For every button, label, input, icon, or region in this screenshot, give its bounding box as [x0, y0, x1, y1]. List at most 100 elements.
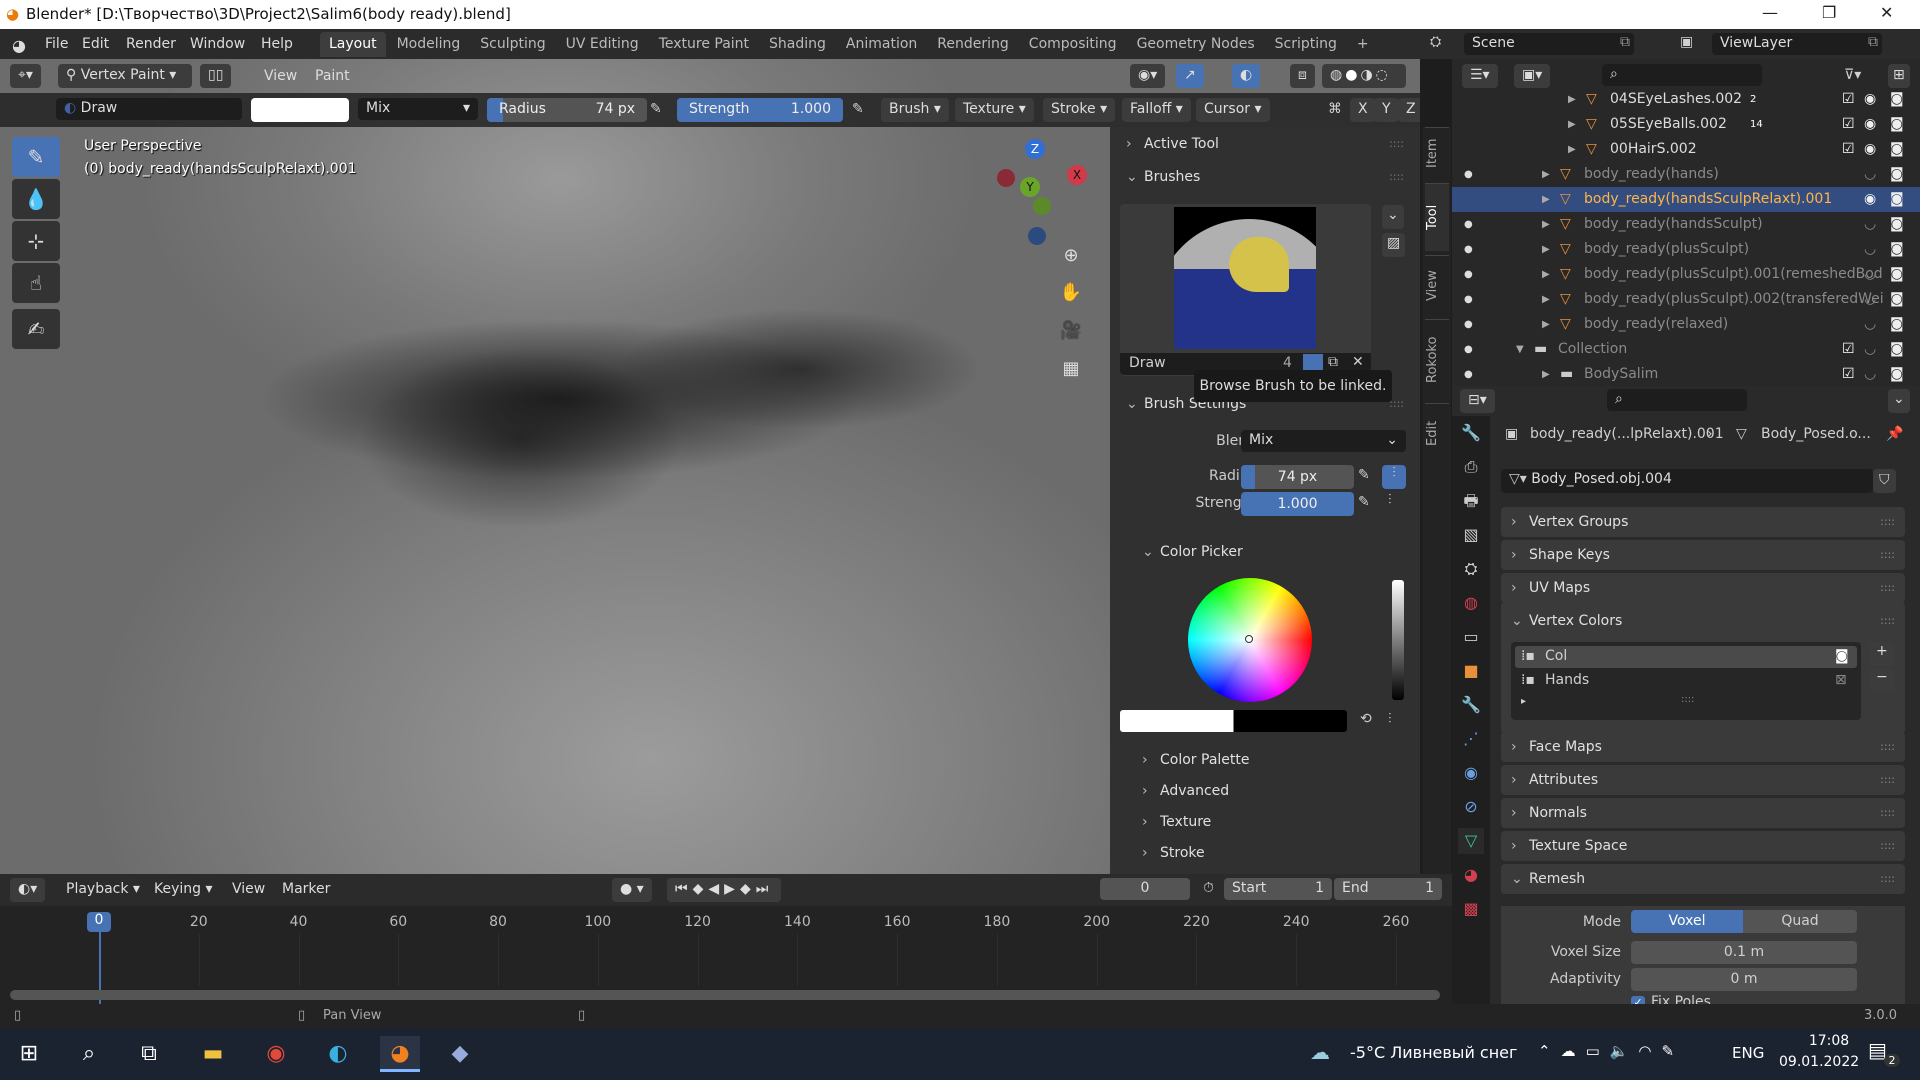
zoom-icon[interactable]: ⊕ [1056, 241, 1086, 271]
primary-secondary-colors[interactable] [1120, 710, 1347, 732]
exclude-dot-icon[interactable]: ● [1464, 337, 1473, 362]
app-taskbar-icon[interactable]: ◆ [440, 1036, 480, 1072]
sidebar-tab-item[interactable]: Item [1425, 127, 1449, 179]
menu-render[interactable]: Render [126, 36, 176, 52]
swap-colors-icon[interactable]: ⟲ [1360, 711, 1372, 727]
menu-view[interactable]: View [264, 68, 297, 84]
render-camera-icon[interactable]: ◙ [1890, 112, 1904, 137]
radius-pressure-icon-panel[interactable]: ✎ [1358, 467, 1370, 483]
view-layer-icon[interactable]: ▧ [1458, 522, 1484, 548]
outliner-row[interactable]: ● ▶ ▽ body_ready(plusSculpt).002(transfered… [1452, 287, 1920, 312]
tab-shading[interactable]: Shading [760, 32, 835, 57]
panel-shape-keys[interactable]: ›:::: Shape Keys [1501, 540, 1905, 570]
collection-icon[interactable]: ▭ [1458, 624, 1484, 650]
exclude-dot-icon[interactable]: ● [1464, 362, 1473, 387]
constraints-icon[interactable]: ⊘ [1458, 794, 1484, 820]
panel-texture-space[interactable]: ›:::: Texture Space [1501, 831, 1905, 861]
color-wheel[interactable] [1188, 578, 1312, 702]
visibility-eye-icon[interactable]: ◡ [1864, 162, 1876, 187]
particles-icon[interactable]: ⋰ [1458, 726, 1484, 752]
exclude-dot-icon[interactable]: ● [1464, 162, 1473, 187]
expand-arrow-icon[interactable]: ▶ [1568, 137, 1576, 162]
panel-vertex-colors[interactable]: ⌄:::: Vertex Colors [1501, 606, 1905, 636]
gizmo-neg-z[interactable] [1028, 227, 1046, 245]
menu-help[interactable]: Help [261, 36, 293, 52]
outliner-row[interactable]: ▶ ▽ 04SEyeLashes.002 2 ☑ ◉ ◙ [1452, 87, 1920, 112]
include-checkbox[interactable]: ☑ [1842, 137, 1855, 162]
exclude-dot-icon[interactable]: ● [1464, 237, 1473, 262]
vertex-color-item-hands[interactable]: ⁞▪ Hands ⊠ [1515, 670, 1857, 692]
adaptivity-field[interactable]: 0 m [1631, 968, 1857, 991]
outliner-row[interactable]: ● ▼ ▬ Collection ☑ ◡ ◙ [1452, 337, 1920, 362]
xray-toggle-icon[interactable]: ⧈ [1290, 64, 1315, 88]
vertex-color-item-col[interactable]: ⁞▪ Col ◙ [1515, 646, 1857, 668]
active-render-camera-icon[interactable]: ◙ [1835, 648, 1849, 664]
tab-layout[interactable]: Layout [320, 32, 386, 57]
brush-dropdown[interactable]: Brush ▾ [881, 98, 949, 122]
properties-options[interactable]: ⌄ [1888, 389, 1910, 413]
expand-arrow-icon[interactable]: ▶ [1542, 262, 1550, 287]
radius-slider[interactable]: Radius 74 px [487, 98, 647, 122]
filter-icon[interactable]: ⊽▾ [1844, 67, 1861, 83]
blender-taskbar-icon[interactable]: ◕ [380, 1036, 420, 1072]
file-explorer-icon[interactable]: ▬ [193, 1036, 233, 1072]
include-checkbox[interactable]: ☑ [1842, 87, 1855, 112]
render-icon[interactable]: ⎙ [1458, 454, 1484, 480]
expand-arrow-icon[interactable]: ▶ [1542, 212, 1550, 237]
mirror-x[interactable]: X [1350, 98, 1376, 122]
render-camera-icon[interactable]: ◙ [1890, 262, 1904, 287]
windows-start-icon[interactable]: ⊞ [9, 1036, 49, 1072]
solid-shading-icon[interactable]: ● [1345, 67, 1360, 83]
perspective-grid-icon[interactable]: ▦ [1056, 354, 1086, 384]
gizmo-z-axis[interactable]: Z [1025, 139, 1045, 159]
menu-edit[interactable]: Edit [82, 36, 109, 52]
expand-arrow-icon[interactable]: ▶ [1568, 87, 1576, 112]
tab-+[interactable]: + [1348, 32, 1378, 57]
navigation-gizmo[interactable]: Z Y X [988, 139, 1088, 249]
radius-unified-icon[interactable]: ⫶ [1382, 465, 1406, 489]
panel-normals[interactable]: ›:::: Normals [1501, 798, 1905, 828]
outliner-row[interactable]: ● ▶ ▽ body_ready(plusSculpt) ◡ ◙ [1452, 237, 1920, 262]
shading-modes[interactable]: ◍●◑◌ [1322, 64, 1406, 88]
outliner-row[interactable]: ● ▶ ▽ body_ready(relaxed) ◡ ◙ [1452, 312, 1920, 337]
panel-vertex-groups[interactable]: ›:::: Vertex Groups [1501, 507, 1905, 537]
annotate-tool-icon[interactable]: ✍ [12, 309, 60, 349]
tab-uv-editing[interactable]: UV Editing [557, 32, 648, 57]
chrome-icon[interactable]: ◉ [256, 1036, 296, 1072]
render-camera-icon[interactable]: ◙ [1890, 137, 1904, 162]
brush-color-swatch[interactable] [251, 98, 349, 122]
material-icon[interactable]: ◕ [1458, 862, 1484, 888]
outliner-row[interactable]: ● ▶ ▬ BodySalim ☑ ◡ ◙ [1452, 362, 1920, 387]
outliner-row[interactable]: ● ▶ ▽ body_ready(hands) ◡ ◙ [1452, 162, 1920, 187]
scene-selector[interactable]: Scene [1464, 33, 1634, 55]
section-texture[interactable]: › Texture [1134, 808, 1428, 836]
strength-slider[interactable]: Strength 1.000 [677, 98, 843, 122]
render-camera-icon[interactable]: ◙ [1890, 212, 1904, 237]
render-camera-off-icon[interactable]: ⊠ [1835, 672, 1847, 688]
new-view-layer-icon[interactable]: ⧉ [1868, 34, 1878, 50]
average-tool-icon[interactable]: ⊹ [12, 221, 60, 261]
outliner-row[interactable]: ▶ ▽ 00HairS.002 ☑ ◉ ◙ [1452, 137, 1920, 162]
gizmo-x-axis[interactable]: X [1067, 165, 1087, 185]
playhead-frame-indicator[interactable]: 0 [87, 912, 111, 932]
outliner-row[interactable]: ▶ ▽ body_ready(handsSculpRelaxt).001 ◉ ◙ [1452, 187, 1920, 212]
section-color-palette[interactable]: › Color Palette [1134, 746, 1428, 774]
brush-list-dropdown[interactable]: ⌄ [1382, 205, 1404, 229]
visibility-eye-icon[interactable]: ◉ [1864, 137, 1876, 162]
mode-selector[interactable]: ⚲ Vertex Paint ▾ [58, 64, 192, 88]
view-layer-selector[interactable]: ViewLayer [1712, 33, 1882, 55]
cursor-dropdown[interactable]: Cursor ▾ [1196, 98, 1270, 122]
close-button[interactable]: ✕ [1880, 3, 1893, 22]
section-brushes[interactable]: ⌄ Brushes:::: [1118, 163, 1412, 191]
falloff-dropdown[interactable]: Falloff ▾ [1122, 98, 1191, 122]
visibility-eye-icon[interactable]: ◡ [1864, 312, 1876, 337]
camera-view-icon[interactable]: 🎥 [1056, 316, 1086, 346]
visibility-eye-icon[interactable]: ◉ [1864, 187, 1876, 212]
exclude-dot-icon[interactable]: ● [1464, 212, 1473, 237]
brush-image-icon[interactable]: ▨ [1382, 233, 1406, 257]
object-icon[interactable]: ■ [1458, 658, 1484, 684]
gizmo-toggle-icon[interactable]: ↗ [1176, 64, 1204, 88]
outliner-search[interactable]: ⌕ [1602, 64, 1762, 86]
section-active-tool[interactable]: › Active Tool:::: [1118, 130, 1412, 158]
new-collection-icon[interactable]: ⊞ [1888, 64, 1910, 88]
